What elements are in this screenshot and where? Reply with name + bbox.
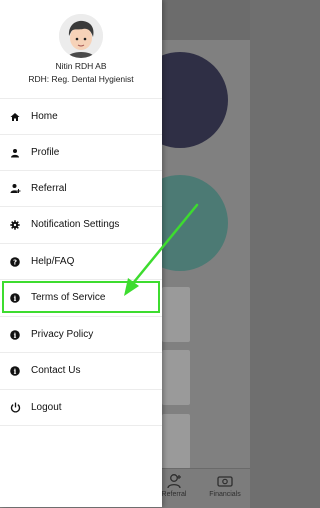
annotation-arrow-icon xyxy=(124,203,199,296)
